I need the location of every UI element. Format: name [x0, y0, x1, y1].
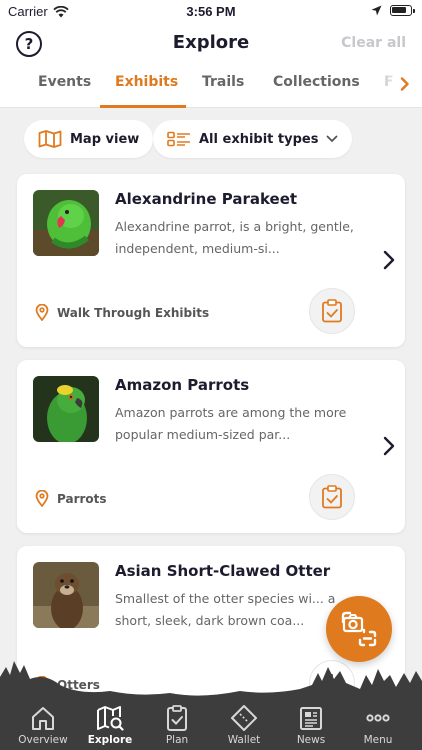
- category-tabs: Events Exhibits Trails Collections F: [0, 64, 422, 108]
- exhibit-open-button[interactable]: [383, 436, 395, 461]
- exhibit-thumbnail-parakeet: [33, 190, 99, 256]
- tabbar-overview[interactable]: Overview: [8, 704, 78, 746]
- tabbar-explore[interactable]: Explore: [75, 704, 145, 746]
- chevron-right-icon: [383, 250, 395, 270]
- exhibit-title: Asian Short-Clawed Otter: [115, 562, 331, 580]
- chevron-right-icon: [400, 77, 409, 91]
- battery-icon: [390, 5, 415, 16]
- bottom-tab-bar: Overview Explore Plan Wallet News Menu: [0, 700, 422, 750]
- tabbar-menu[interactable]: Menu: [343, 704, 413, 746]
- clipboard-check-icon: [322, 485, 342, 509]
- ticket-icon: [231, 705, 257, 731]
- more-icon: [366, 714, 390, 722]
- tab-fade: [372, 64, 422, 107]
- tabbar-news-label: News: [296, 734, 326, 746]
- exhibit-location: Walk Through Exhibits: [35, 304, 209, 321]
- filter-list-icon: [167, 131, 190, 147]
- header: ? Explore Clear all: [0, 24, 422, 64]
- clear-all-button[interactable]: Clear all: [341, 35, 406, 51]
- exhibit-location: Parrots: [35, 490, 107, 507]
- tab-events[interactable]: Events: [38, 74, 91, 90]
- chevron-right-icon: [383, 436, 395, 456]
- status-bar: Carrier 3:56 PM: [0, 0, 422, 24]
- tabbar-plan-label: Plan: [165, 734, 189, 746]
- exhibit-location-label: Parrots: [57, 491, 107, 506]
- home-icon: [32, 707, 54, 730]
- map-search-icon: [97, 706, 124, 731]
- exhibit-type-label: All exhibit types: [199, 131, 319, 147]
- active-tab-indicator: [100, 105, 186, 108]
- tab-trails[interactable]: Trails: [202, 74, 244, 90]
- scan-button[interactable]: [326, 596, 392, 662]
- filter-bar: Map view All exhibit types: [0, 120, 422, 160]
- tabbar-menu-label: Menu: [363, 734, 393, 746]
- tab-exhibits[interactable]: Exhibits: [115, 74, 178, 90]
- clipboard-check-icon: [167, 705, 187, 731]
- tabbar-news[interactable]: News: [276, 704, 346, 746]
- tabbar-overview-label: Overview: [18, 734, 68, 746]
- exhibit-title: Alexandrine Parakeet: [115, 190, 298, 208]
- location-pin-icon: [35, 304, 49, 321]
- clipboard-check-icon: [322, 299, 342, 323]
- map-view-button[interactable]: Map view: [24, 120, 154, 158]
- camera-scan-icon: [341, 611, 377, 647]
- exhibit-card[interactable]: Amazon Parrots Amazon parrots are among …: [17, 360, 405, 533]
- exhibit-thumbnail-otter: [33, 562, 99, 628]
- tabbar-plan[interactable]: Plan: [142, 704, 212, 746]
- exhibit-open-button[interactable]: [383, 250, 395, 275]
- tab-collections[interactable]: Collections: [273, 74, 360, 90]
- map-view-label: Map view: [70, 131, 140, 147]
- map-icon: [38, 130, 62, 148]
- chevron-down-icon: [327, 135, 338, 143]
- exhibit-type-dropdown[interactable]: All exhibit types: [153, 120, 353, 158]
- add-to-plan-button[interactable]: [309, 288, 355, 334]
- exhibit-location-label: Walk Through Exhibits: [57, 305, 210, 320]
- exhibit-description: Amazon parrots are among the more popula…: [115, 405, 347, 442]
- exhibit-thumbnail-parrot: [33, 376, 99, 442]
- tabs-scroll-right-button[interactable]: [400, 76, 410, 95]
- exhibit-description: Alexandrine parrot, is a bright, gentle,…: [115, 219, 354, 256]
- add-to-plan-button[interactable]: [309, 474, 355, 520]
- exhibit-description: Smallest of the otter species wi... a sh…: [115, 591, 336, 628]
- tabbar-wallet[interactable]: Wallet: [209, 704, 279, 746]
- newspaper-icon: [300, 707, 322, 730]
- tabbar-explore-label: Explore: [87, 734, 133, 746]
- location-pin-icon: [35, 490, 49, 507]
- treeline-decoration: [0, 661, 422, 703]
- status-time: 3:56 PM: [186, 4, 236, 19]
- location-arrow-icon: [371, 5, 382, 16]
- tabbar-wallet-label: Wallet: [227, 734, 261, 746]
- exhibit-card[interactable]: Alexandrine Parakeet Alexandrine parrot,…: [17, 174, 405, 347]
- exhibit-title: Amazon Parrots: [115, 376, 250, 394]
